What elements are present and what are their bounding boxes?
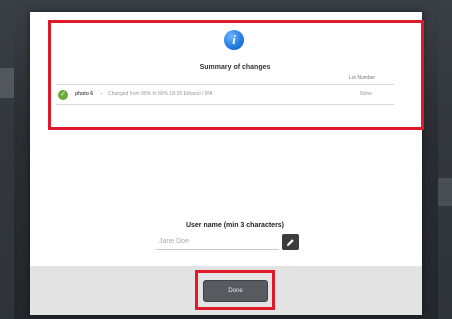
check-icon: ✓ xyxy=(58,90,68,100)
table-divider-bottom xyxy=(56,104,394,105)
table-divider-top xyxy=(56,84,394,85)
change-description: Changed from 90% to 80% 18-20 Ethanol / … xyxy=(108,91,213,97)
done-button[interactable]: Done xyxy=(203,280,268,302)
backdrop-right-strip xyxy=(438,0,452,319)
backdrop-left-highlight xyxy=(0,68,14,98)
change-row: ✓ photo 6 – Changed from 90% to 80% 18-2… xyxy=(58,88,392,102)
pencil-icon xyxy=(286,238,294,246)
info-icon: i xyxy=(224,30,244,50)
lot-number-header: Lot Number xyxy=(349,75,376,81)
change-lot-number: None xyxy=(360,91,372,97)
edit-user-button[interactable] xyxy=(282,234,299,250)
user-name-input[interactable] xyxy=(156,234,279,250)
user-name-label: User name (min 3 characters) xyxy=(185,222,285,229)
backdrop-right-highlight xyxy=(438,178,452,206)
change-separator: – xyxy=(100,91,103,97)
summary-title: Summary of changes xyxy=(199,64,271,71)
change-item-name: photo 6 xyxy=(75,91,94,97)
backdrop-left-strip xyxy=(0,0,14,319)
summary-modal xyxy=(30,12,422,315)
